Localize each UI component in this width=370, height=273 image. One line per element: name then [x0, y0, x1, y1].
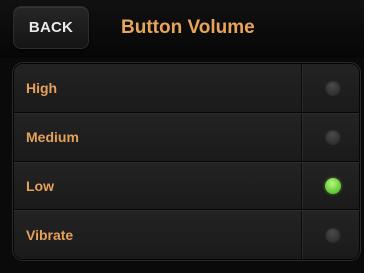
- radio-indicator-icon[interactable]: [325, 177, 341, 194]
- option-row-vibrate[interactable]: Vibrate: [14, 210, 359, 259]
- option-label: Vibrate: [26, 227, 74, 244]
- option-row-low[interactable]: Low: [14, 161, 359, 211]
- option-label: Medium: [26, 129, 79, 146]
- back-button[interactable]: BACK: [13, 6, 89, 49]
- page-title: Button Volume: [121, 17, 255, 38]
- radio-indicator-icon[interactable]: [325, 129, 341, 146]
- row-divider: [301, 113, 302, 161]
- row-divider: [301, 64, 302, 112]
- volume-options-list: High Medium Low Vibrate: [13, 63, 360, 260]
- radio-indicator-icon[interactable]: [325, 227, 341, 244]
- option-row-high[interactable]: High: [14, 64, 359, 113]
- page-margin: [364, 0, 370, 273]
- navigation-bar: BACK Button Volume: [0, 0, 364, 58]
- row-divider: [301, 211, 302, 259]
- option-label: Low: [26, 177, 54, 194]
- option-label: High: [26, 79, 58, 96]
- radio-indicator-icon[interactable]: [325, 79, 341, 96]
- row-divider: [301, 162, 302, 210]
- option-row-medium[interactable]: Medium: [14, 112, 359, 162]
- screen: BACK Button Volume High Medium Low Vibra…: [0, 0, 364, 273]
